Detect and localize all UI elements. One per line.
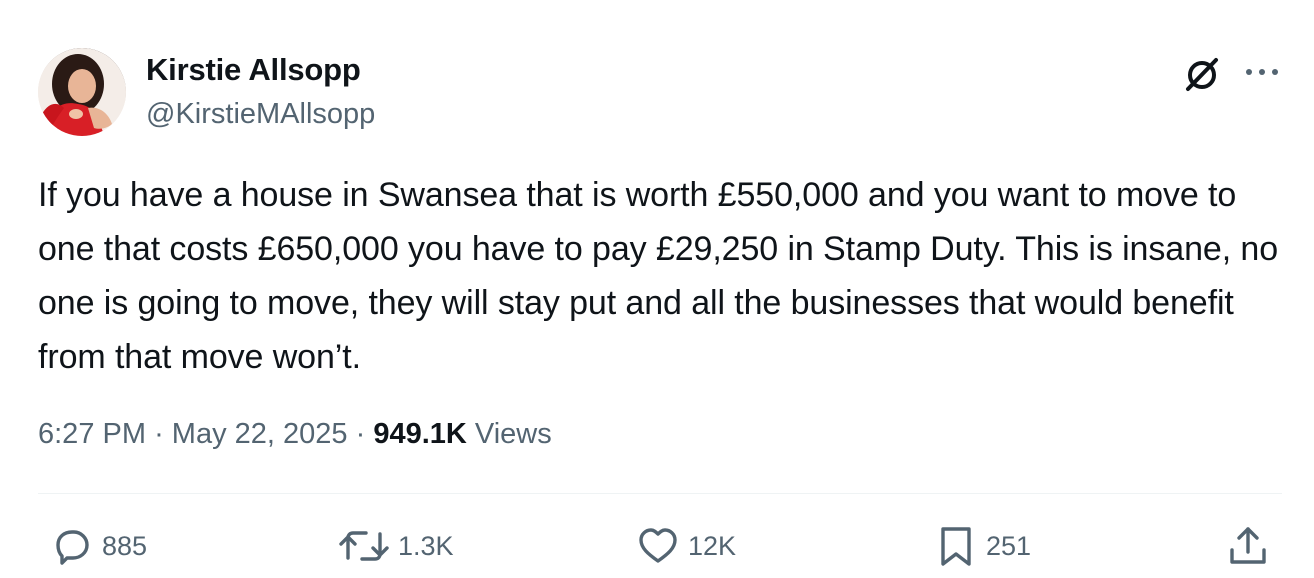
tweet-meta: 6:27 PM · May 22, 2025 · 949.1K Views: [38, 414, 552, 454]
bookmark-icon: [941, 527, 971, 566]
share-icon: [1230, 527, 1266, 564]
avatar[interactable]: [38, 48, 126, 136]
display-name[interactable]: Kirstie Allsopp: [146, 52, 361, 88]
repost-icon: [339, 531, 389, 561]
tweet-date[interactable]: May 22, 2025: [172, 418, 348, 450]
reply-button[interactable]: 885: [50, 524, 147, 568]
tweet-text: If you have a house in Swansea that is w…: [38, 176, 1279, 376]
divider: [38, 493, 1282, 494]
reply-count: 885: [102, 531, 148, 561]
bookmark-count: 251: [986, 531, 1032, 561]
reply-icon: [56, 530, 89, 565]
like-count: 12K: [688, 531, 737, 561]
meta-separator: ·: [154, 418, 164, 450]
tweet-card: Kirstie Allsopp @KirstieMAllsopp If you …: [0, 0, 1314, 578]
share-button[interactable]: [1226, 524, 1270, 568]
like-button[interactable]: 12K: [636, 524, 736, 568]
avatar-photo-icon: [38, 48, 126, 136]
like-icon: [639, 528, 677, 563]
tweet-time[interactable]: 6:27 PM: [38, 418, 146, 450]
bookmark-button[interactable]: 251: [934, 524, 1031, 568]
more-icon[interactable]: [1244, 62, 1280, 82]
grok-icon[interactable]: [1182, 54, 1222, 94]
views-label[interactable]: Views: [475, 418, 552, 450]
meta-separator: ·: [355, 418, 366, 450]
user-handle[interactable]: @KirstieMAllsopp: [146, 96, 375, 132]
repost-count: 1.3K: [398, 531, 454, 561]
views-count[interactable]: 949.1K: [373, 418, 467, 450]
repost-button[interactable]: 1.3K: [338, 524, 454, 568]
